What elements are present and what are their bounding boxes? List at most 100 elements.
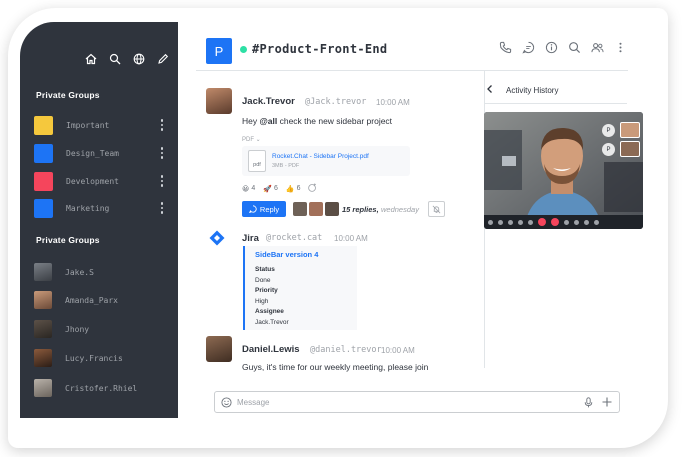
chevron-left-icon[interactable] — [485, 84, 495, 94]
emoji-icon[interactable] — [221, 397, 232, 408]
card-title[interactable]: SideBar version 4 — [255, 250, 357, 259]
avatar — [34, 291, 52, 309]
plus-icon[interactable] — [601, 396, 613, 408]
reaction[interactable]: 🚀 6 — [263, 185, 278, 193]
search-icon[interactable] — [108, 52, 122, 66]
message-author[interactable]: Daniel.Lewis — [242, 344, 300, 355]
message-handle[interactable]: @rocket.cat — [266, 233, 322, 243]
mic-icon[interactable] — [518, 219, 523, 225]
reaction[interactable]: 😀 4 — [242, 185, 255, 193]
sidebar-item-label: Development — [66, 176, 119, 186]
settings-icon[interactable] — [528, 219, 533, 225]
message-time: 10:00 AM — [381, 346, 415, 355]
channel-avatar: P — [206, 38, 232, 64]
reaction-emoji: 👍 — [285, 185, 295, 193]
participants-icon[interactable] — [574, 219, 579, 225]
kebab-icon[interactable] — [158, 147, 166, 159]
sidebar-item-label: Marketing — [66, 203, 110, 213]
add-reaction-icon[interactable] — [308, 183, 317, 194]
message-time: 10:00 AM — [376, 98, 410, 107]
kebab-icon[interactable] — [158, 119, 166, 131]
info-icon[interactable] — [544, 40, 558, 54]
edit-icon[interactable] — [156, 52, 170, 66]
participant-tile[interactable] — [620, 141, 640, 157]
more-icon[interactable] — [594, 219, 599, 225]
sidebar-item-cristofer-rhiel[interactable]: Cristofer.Rhiel — [34, 378, 166, 398]
attachment-meta: 3MB - PDF — [272, 163, 300, 169]
message-text: Hey @all check the new sidebar project — [242, 116, 392, 126]
jira-logo-icon[interactable] — [209, 230, 225, 246]
group-avatar — [34, 143, 53, 163]
sidebar-item-jake-s[interactable]: Jake.S — [34, 262, 166, 282]
message-input[interactable] — [237, 395, 577, 410]
reaction-count: 6 — [296, 185, 301, 192]
message-composer[interactable] — [214, 391, 620, 413]
reply-button[interactable]: Reply — [242, 201, 286, 217]
message-author[interactable]: Jira — [242, 233, 259, 244]
group-avatar — [34, 171, 53, 191]
dms-section-title: Private Groups — [36, 235, 100, 245]
directory-icon[interactable] — [132, 52, 146, 66]
camera-icon[interactable] — [488, 219, 493, 225]
end-call-icon[interactable] — [538, 218, 546, 226]
priority-value: High — [255, 297, 269, 305]
replies-count[interactable]: 15 replies, — [342, 205, 379, 214]
participant-initial[interactable]: P — [602, 124, 615, 137]
sidebar-item-development[interactable]: Development — [34, 171, 166, 191]
sidebar-item-important[interactable]: Important — [34, 115, 166, 135]
sidebar-item-jhony[interactable]: Jhony — [34, 319, 166, 339]
sidebar-item-marketing[interactable]: Marketing — [34, 198, 166, 218]
assignee-value: Jack.Trevor — [255, 318, 289, 326]
mention-all[interactable]: @all — [259, 116, 277, 126]
activity-header-divider — [485, 103, 627, 104]
video-call[interactable]: P P — [484, 112, 643, 229]
screen-share-icon[interactable] — [498, 219, 503, 225]
assignee-label: Assignee — [255, 308, 284, 315]
participant-initial[interactable]: P — [602, 143, 615, 156]
kebab-icon[interactable] — [613, 40, 627, 54]
mute-thread-button[interactable] — [428, 201, 445, 217]
chat-icon[interactable] — [508, 219, 513, 225]
members-icon[interactable] — [590, 40, 604, 54]
phone-icon[interactable] — [498, 40, 512, 54]
avatar[interactable] — [206, 88, 232, 114]
message-handle[interactable]: @Jack.trevor — [305, 97, 366, 107]
replies-time: wednesday — [381, 205, 419, 214]
avatar[interactable] — [206, 336, 232, 362]
groups-section-title: Private Groups — [36, 90, 100, 100]
status-label: Status — [255, 266, 275, 273]
reaction-emoji: 😀 — [242, 185, 250, 193]
home-icon[interactable] — [84, 52, 98, 66]
sidebar-item-lucy-francis[interactable]: Lucy.Francis — [34, 348, 166, 368]
sidebar-item-design-team[interactable]: Design_Team — [34, 143, 166, 163]
sidebar: Private Groups Important Design_Team Dev… — [20, 22, 178, 418]
bell-off-icon — [432, 205, 441, 213]
jira-issue-card[interactable]: SideBar version 4 Status Done Priority H… — [243, 246, 357, 330]
header-divider — [196, 70, 628, 71]
avatar — [34, 263, 52, 281]
sidebar-toolbar — [84, 52, 170, 66]
raise-hand-icon[interactable] — [584, 219, 589, 225]
mic-icon[interactable] — [583, 397, 594, 408]
sidebar-item-amanda-parx[interactable]: Amanda_Parx — [34, 290, 166, 310]
threads-icon[interactable] — [521, 40, 535, 54]
attachment-header[interactable]: PDF ⌄ — [242, 136, 261, 143]
search-icon[interactable] — [567, 40, 581, 54]
message-author[interactable]: Jack.Trevor — [242, 96, 295, 107]
participant-tile[interactable] — [620, 122, 640, 138]
reactions-bar: 😀 4 🚀 6 👍 6 — [242, 183, 317, 194]
sidebar-item-label: Important — [66, 120, 110, 130]
avatar — [34, 379, 52, 397]
kebab-icon[interactable] — [158, 175, 166, 187]
reaction-count: 6 — [273, 185, 278, 192]
sidebar-item-label: Cristofer.Rhiel — [65, 383, 138, 393]
file-attachment[interactable]: pdf Rocket.Chat - Sidebar Project.pdf 3M… — [242, 146, 410, 176]
thread-participants[interactable] — [293, 202, 339, 216]
record-icon[interactable] — [564, 219, 569, 225]
activity-panel-title: Activity History — [506, 86, 559, 95]
reaction[interactable]: 👍 6 — [286, 185, 301, 193]
kebab-icon[interactable] — [158, 202, 166, 214]
hangup-icon[interactable] — [551, 218, 559, 226]
message-handle[interactable]: @daniel.trevor — [310, 345, 382, 355]
attachment-name[interactable]: Rocket.Chat - Sidebar Project.pdf — [272, 153, 369, 160]
